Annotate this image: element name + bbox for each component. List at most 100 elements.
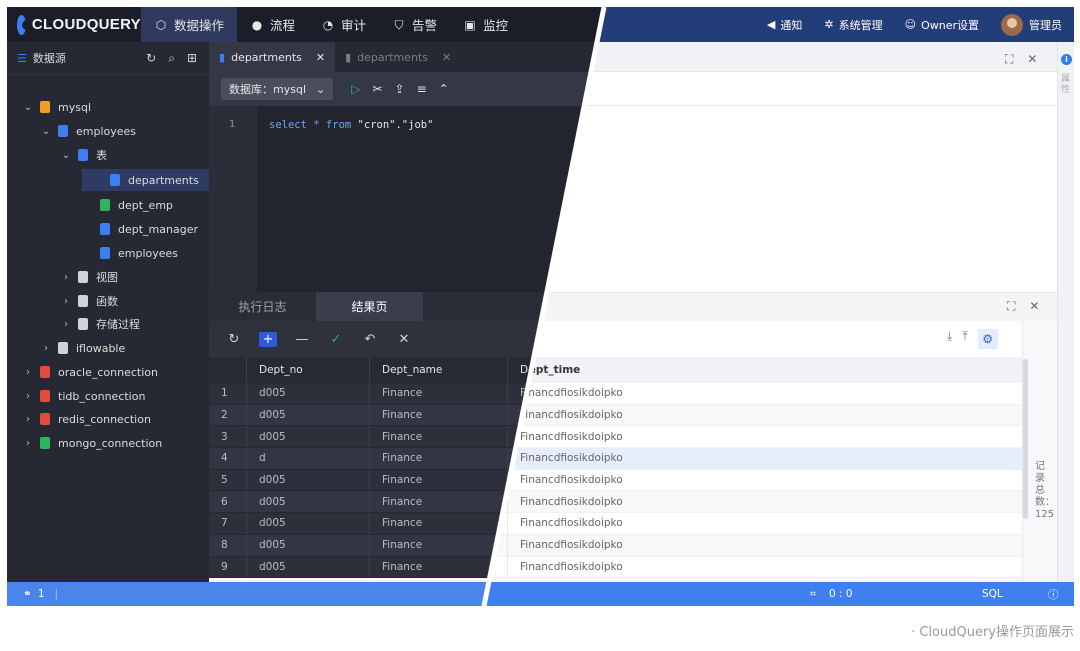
refresh-icon[interactable]: ↻ <box>146 51 156 66</box>
undo-icon[interactable]: ↶ <box>361 332 379 347</box>
collapse-icon[interactable]: ⌃ <box>439 82 449 96</box>
confirm-icon[interactable]: ✓ <box>327 332 345 347</box>
tree-node[interactable]: › 存储过程 <box>7 313 209 335</box>
table-cell[interactable]: Finance <box>370 469 508 491</box>
app-logo[interactable]: CLOUDQUERY <box>17 14 141 35</box>
export-icon[interactable]: ⇪ <box>395 82 405 96</box>
close-icon[interactable]: ✕ <box>316 51 325 64</box>
tree-node[interactable]: › tidb_connection <box>7 385 209 407</box>
nav-item-flow[interactable]: ● 流程 <box>237 7 308 42</box>
nav-item-data-ops[interactable]: ⬡ 数据操作 <box>141 7 238 42</box>
tab-result-page[interactable]: 结果页 <box>316 292 423 321</box>
tree-node[interactable]: › 函数 <box>7 290 209 312</box>
table-cell[interactable]: Financdfiosikdoipko <box>508 513 1022 534</box>
chevron-right-icon[interactable]: › <box>61 272 71 283</box>
tree-node[interactable]: departments <box>82 169 209 191</box>
tree-node[interactable]: employees <box>7 242 209 264</box>
table-cell[interactable]: Finance <box>370 426 508 448</box>
tree-node[interactable]: › oracle_connection <box>7 361 209 383</box>
table-cell[interactable]: d005 <box>247 426 370 448</box>
owner-link[interactable]: ☺ Owner设置 <box>905 17 979 33</box>
table-cell[interactable]: d005 <box>247 469 370 491</box>
tab-exec-log[interactable]: 执行日志 <box>209 292 316 321</box>
link-icon[interactable]: ⚭ <box>23 588 32 600</box>
info-icon[interactable]: i <box>1061 54 1072 65</box>
tree-node[interactable]: › mongo_connection <box>7 432 209 454</box>
tree-node[interactable]: dept_manager <box>7 218 209 240</box>
table-cell[interactable]: Finance <box>370 491 508 513</box>
format-icon[interactable]: ✂ <box>372 82 382 96</box>
column-header[interactable]: Dept_no <box>247 357 370 382</box>
system-link[interactable]: ✲ 系统管理 <box>824 17 882 33</box>
chevron-down-icon[interactable]: ⌄ <box>61 150 71 161</box>
table-cell[interactable]: Finance <box>370 448 508 469</box>
upload-icon[interactable]: ⤒ <box>962 329 967 349</box>
language-mode[interactable]: SQL <box>982 588 1003 600</box>
tree-node[interactable]: › redis_connection <box>7 408 209 430</box>
chevron-right-icon[interactable]: › <box>41 343 51 354</box>
fullscreen-icon[interactable]: ⛶ <box>1005 52 1013 67</box>
table-cell[interactable]: d005 <box>247 404 370 426</box>
chevron-right-icon[interactable]: › <box>23 414 33 425</box>
table-cell[interactable]: Financdfiosikdoipko <box>508 470 1022 491</box>
chevron-right-icon[interactable]: › <box>61 296 71 307</box>
column-header[interactable]: Dept_time <box>508 357 1022 382</box>
table-cell[interactable]: d005 <box>247 556 370 578</box>
grid-scrollbar[interactable] <box>1023 359 1028 519</box>
run-icon[interactable]: ▷ <box>351 82 360 96</box>
nav-item-audit[interactable]: ◔ 审计 <box>308 7 379 42</box>
table-cell[interactable]: Financdfiosikdoipko <box>508 405 1022 426</box>
editor-tab-active[interactable]: ▮ departments ✕ <box>209 42 336 72</box>
notify-link[interactable]: ◀ 通知 <box>767 17 802 33</box>
download-icon[interactable]: ⤓ <box>947 329 952 349</box>
table-cell[interactable]: Financdfiosikdoipko <box>508 383 1022 404</box>
chevron-right-icon[interactable]: › <box>23 391 33 402</box>
properties-label[interactable]: 属性 <box>1061 74 1072 96</box>
chevron-right-icon[interactable]: › <box>23 438 33 449</box>
tree-node[interactable]: › 视图 <box>7 266 209 288</box>
table-cell[interactable]: Financdfiosikdoipko <box>508 448 1022 469</box>
info-icon[interactable]: ⓘ <box>1048 587 1059 602</box>
close-icon[interactable]: ✕ <box>442 51 451 64</box>
table-cell[interactable]: Financdfiosikdoipko <box>508 557 1022 578</box>
table-cell[interactable]: Finance <box>370 556 508 578</box>
chevron-right-icon[interactable]: › <box>61 319 71 330</box>
remove-row-icon[interactable]: — <box>293 332 311 347</box>
filter-icon[interactable]: ≡ <box>417 82 427 96</box>
cancel-icon[interactable]: ✕ <box>395 332 413 347</box>
table-cell[interactable]: Finance <box>370 383 508 404</box>
settings-icon[interactable]: ⚙ <box>977 329 998 349</box>
close-icon[interactable]: ✕ <box>1027 52 1037 67</box>
table-cell[interactable]: Financdfiosikdoipko <box>508 535 1022 556</box>
tree-node[interactable]: › iflowable <box>7 337 209 359</box>
tree-node[interactable]: ⌄表 <box>7 144 209 166</box>
add-icon[interactable]: ⊞ <box>187 51 197 66</box>
add-row-icon[interactable]: + <box>259 331 277 347</box>
tree-node[interactable]: dept_emp <box>7 194 209 216</box>
chevron-right-icon[interactable]: › <box>23 367 33 378</box>
chevron-down-icon[interactable]: ⌄ <box>41 126 51 137</box>
nav-item-alert[interactable]: ⛉ 告警 <box>379 7 450 42</box>
table-cell[interactable]: Financdfiosikdoipko <box>508 491 1022 512</box>
editor-tab[interactable]: ▮ departments ✕ <box>335 42 461 72</box>
table-cell[interactable]: d005 <box>247 513 370 534</box>
table-cell[interactable]: d005 <box>247 491 370 513</box>
nav-item-monitor[interactable]: ▣ 监控 <box>450 7 521 42</box>
table-cell[interactable]: d <box>247 448 370 469</box>
column-header[interactable]: Dept_name <box>370 357 508 382</box>
refresh-icon[interactable]: ↻ <box>225 332 243 347</box>
search-icon[interactable]: ⌕ <box>168 51 175 66</box>
table-cell[interactable]: Finance <box>370 513 508 534</box>
chevron-down-icon[interactable]: ⌄ <box>23 102 33 113</box>
database-select[interactable]: 数据库：mysql ⌄ <box>221 78 334 100</box>
table-cell[interactable]: Finance <box>370 404 508 426</box>
close-icon[interactable]: ✕ <box>1029 299 1039 314</box>
table-cell[interactable]: d005 <box>247 534 370 556</box>
fullscreen-icon[interactable]: ⛶ <box>1007 299 1015 314</box>
tree-node[interactable]: ⌄ mysql <box>7 96 209 118</box>
user-menu[interactable]: 管理员 <box>1001 13 1062 36</box>
table-cell[interactable]: d005 <box>247 383 370 404</box>
table-cell[interactable]: Financdfiosikdoipko <box>508 426 1022 447</box>
table-cell[interactable]: Finance <box>370 534 508 556</box>
tree-node[interactable]: ⌄ employees <box>7 120 209 142</box>
